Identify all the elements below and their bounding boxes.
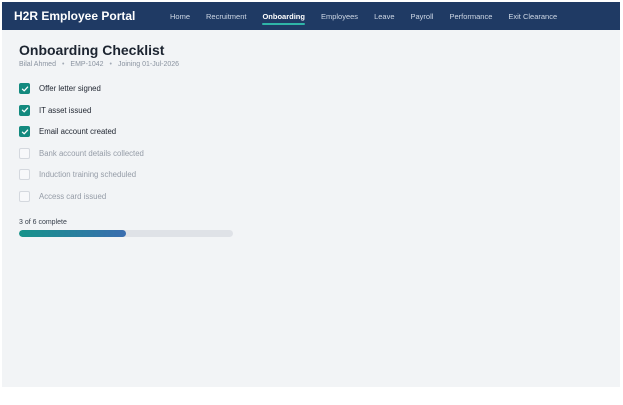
checklist-item-label: Bank account details collected — [39, 148, 144, 158]
checklist-checkbox[interactable] — [19, 83, 30, 95]
brand-title: H2R Employee Portal — [14, 9, 136, 23]
progress-bar — [19, 230, 233, 237]
joining-date: Joining 01-Jul-2026 — [117, 61, 180, 68]
nav-item-performance[interactable]: Performance — [441, 2, 500, 30]
meta-separator: • — [109, 61, 112, 68]
progress-label: 3 of 6 complete — [19, 219, 67, 226]
nav-item-exit-clearance[interactable]: Exit Clearance — [500, 2, 565, 30]
check-icon — [21, 129, 28, 135]
employee-id: EMP-1042 — [70, 61, 104, 68]
checklist-checkbox[interactable] — [19, 169, 30, 181]
checklist-item: Email account created — [19, 121, 233, 143]
page-title: Onboarding Checklist — [19, 42, 165, 58]
meta-separator: • — [61, 61, 65, 68]
nav-item-employees[interactable]: Employees — [313, 2, 366, 30]
employee-meta: Bilal Ahmed • EMP-1042 • Joining 01-Jul-… — [19, 61, 233, 68]
checklist-item-label: Induction training scheduled — [39, 170, 137, 180]
checklist-item: Bank account details collected — [19, 143, 233, 165]
checklist-item: Induction training scheduled — [19, 164, 233, 186]
top-navigation-bar: H2R Employee Portal Home Recruitment Onb… — [2, 2, 620, 30]
checklist-checkbox[interactable] — [19, 190, 30, 202]
main-nav: Home Recruitment Onboarding Employees Le… — [162, 2, 565, 30]
nav-item-leave[interactable]: Leave — [366, 2, 402, 30]
nav-item-recruitment[interactable]: Recruitment — [198, 2, 254, 30]
checklist: Offer letter signed IT asset issued Emai… — [19, 78, 233, 207]
checklist-checkbox[interactable] — [19, 126, 30, 138]
checklist-item-label: IT asset issued — [39, 105, 92, 115]
progress-bar-fill — [19, 230, 126, 237]
checklist-item: IT asset issued — [19, 100, 233, 122]
app-window: H2R Employee Portal Home Recruitment Onb… — [2, 2, 620, 387]
checklist-item-label: Email account created — [39, 127, 117, 137]
check-icon — [21, 107, 28, 113]
main-content: Onboarding Checklist Bilal Ahmed • EMP-1… — [19, 42, 233, 237]
check-icon — [21, 86, 28, 92]
checklist-checkbox[interactable] — [19, 104, 30, 116]
nav-item-payroll[interactable]: Payroll — [403, 2, 442, 30]
nav-item-home[interactable]: Home — [162, 2, 198, 30]
checklist-item: Access card issued — [19, 186, 233, 208]
nav-item-onboarding[interactable]: Onboarding — [254, 2, 313, 30]
checklist-item: Offer letter signed — [19, 78, 233, 100]
checklist-item-label: Offer letter signed — [39, 84, 101, 94]
checklist-checkbox[interactable] — [19, 147, 30, 159]
checklist-item-label: Access card issued — [39, 191, 107, 201]
employee-name: Bilal Ahmed — [19, 61, 56, 68]
